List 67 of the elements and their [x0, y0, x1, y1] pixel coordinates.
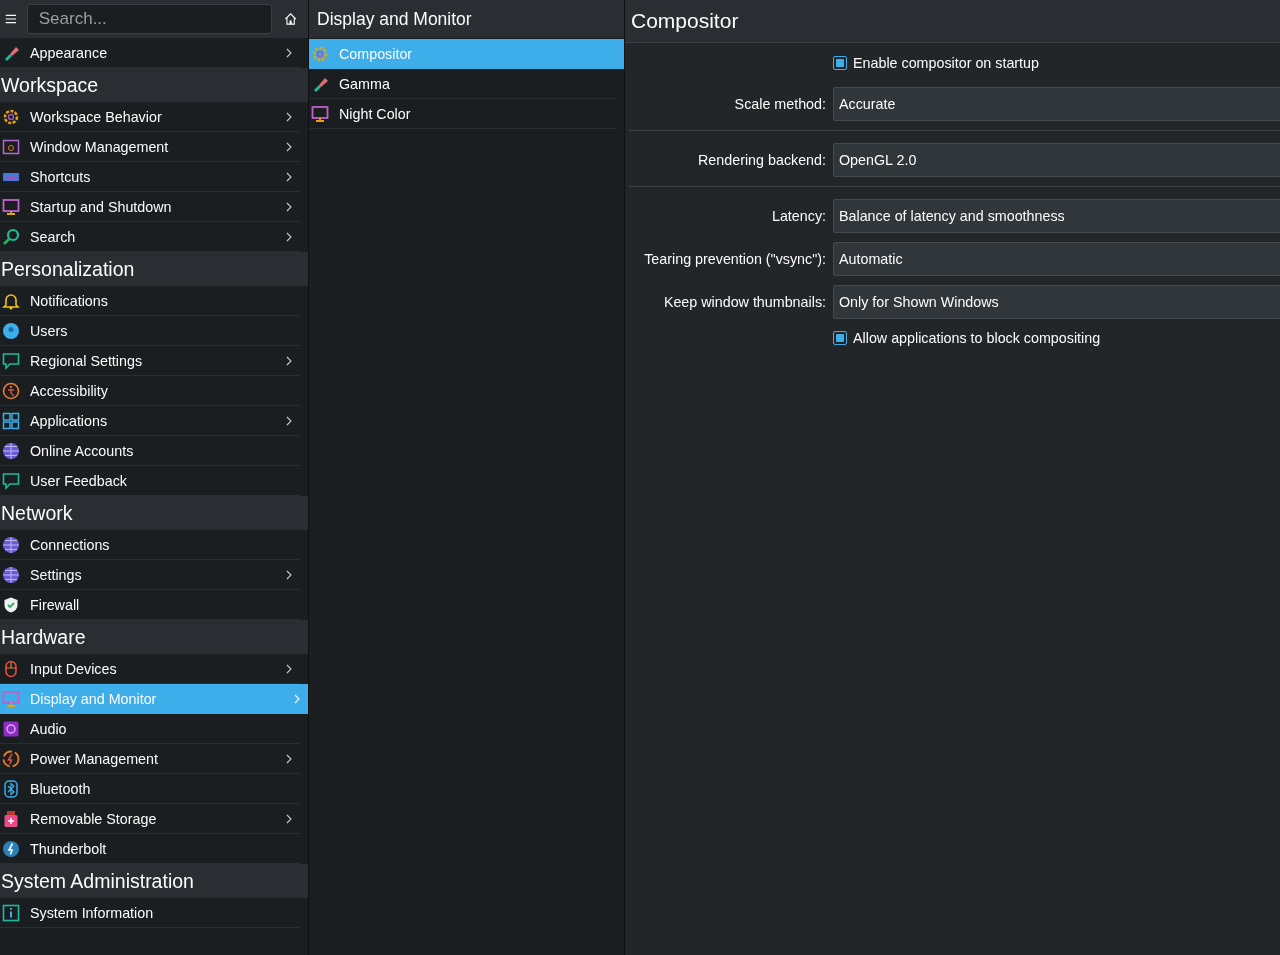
accessibility-icon [2, 381, 20, 400]
sidebar-item[interactable]: Connections [0, 530, 300, 560]
section-header: Personalization [0, 252, 308, 286]
sidebar-item[interactable]: Bluetooth [0, 774, 300, 804]
monitor-icon [2, 197, 20, 216]
menu-icon[interactable] [5, 12, 17, 26]
monitor-icon [311, 104, 329, 123]
dropdown[interactable]: Automatic [833, 242, 1280, 276]
sidebar-item[interactable]: Settings [0, 560, 300, 590]
user-circle-icon [2, 321, 20, 340]
dropdown[interactable]: OpenGL 2.0 [833, 143, 1280, 177]
gear-icon [311, 44, 329, 63]
field-label: Latency: [770, 208, 826, 224]
sidebar-item[interactable]: Online Accounts [0, 436, 300, 466]
field-label: Rendering backend: [697, 152, 826, 168]
checkbox[interactable] [833, 331, 847, 345]
section-header: System Administration [0, 864, 308, 898]
monitor-icon [2, 689, 20, 708]
bell-icon [2, 291, 20, 310]
sidebar-item[interactable]: Window Management [0, 132, 300, 162]
shield-icon [2, 595, 20, 614]
field-label: Scale method: [733, 96, 826, 112]
gear-icon [2, 107, 20, 126]
section-header: Workspace [0, 68, 308, 102]
grid-icon [2, 411, 20, 430]
field-label: Tearing prevention ("vsync"): [643, 251, 826, 267]
checkbox[interactable] [833, 56, 847, 70]
globe-icon [2, 535, 20, 554]
sidebar-item[interactable]: Startup and Shutdown [0, 192, 300, 222]
sidebar-item[interactable]: Regional Settings [0, 346, 300, 376]
dropdown[interactable]: Balance of latency and smoothness [833, 199, 1280, 233]
sidebar-item[interactable]: Audio [0, 714, 300, 744]
checkbox-label[interactable]: Enable compositor on startup [853, 55, 1039, 71]
section-header: Network [0, 496, 308, 530]
window-icon [2, 137, 20, 156]
search-field[interactable]: Search... [26, 4, 272, 34]
search-icon [2, 227, 20, 246]
globe-icon [2, 441, 20, 460]
power-icon [2, 749, 20, 768]
sidebar-item[interactable]: Applications [0, 406, 300, 436]
speaker-icon [2, 719, 20, 738]
sidebar-item[interactable]: Night Color [309, 99, 616, 129]
panel-title: Display and Monitor [309, 0, 624, 38]
sidebar-item[interactable]: Power Management [0, 744, 300, 774]
globe-icon [2, 565, 20, 584]
mouse-icon [2, 659, 20, 678]
sidebar-item[interactable]: System Information [0, 898, 300, 928]
page-title: Compositor [625, 0, 1280, 43]
section-header: Hardware [0, 620, 308, 654]
dropdown[interactable]: Only for Shown Windows [833, 285, 1280, 319]
drive-icon [2, 809, 20, 828]
dropdown[interactable]: Accurate [833, 87, 1280, 121]
home-icon[interactable] [283, 10, 297, 28]
field-label: Keep window thumbnails: [662, 294, 826, 310]
sidebar-item[interactable]: Shortcuts [0, 162, 300, 192]
checkbox-label[interactable]: Allow applications to block compositing [853, 330, 1101, 346]
lightning-icon [2, 839, 20, 858]
sidebar-item[interactable]: Users [0, 316, 300, 346]
info-icon [2, 903, 20, 922]
sidebar-item[interactable]: Gamma [309, 69, 616, 99]
sidebar-item[interactable]: Removable Storage [0, 804, 300, 834]
bluetooth-icon [2, 779, 20, 798]
sidebar-item[interactable]: Accessibility [0, 376, 300, 406]
sidebar-item[interactable]: Notifications [0, 286, 300, 316]
speech-bubble-icon [2, 471, 20, 490]
speech-bubble-icon [2, 351, 20, 370]
sidebar-item[interactable]: Workspace Behavior [0, 102, 300, 132]
